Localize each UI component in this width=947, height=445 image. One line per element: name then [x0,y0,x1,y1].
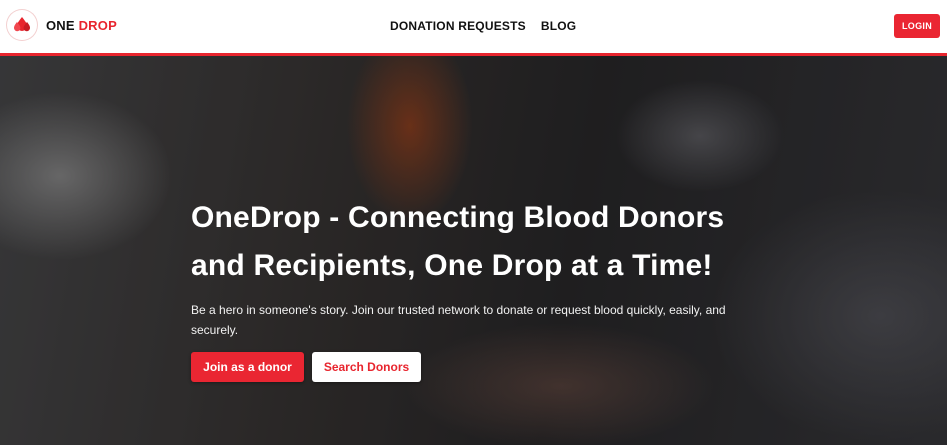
nav-blog[interactable]: BLOG [541,19,576,33]
blood-drops-icon [14,17,30,32]
brand-logo[interactable]: ONE DROP [7,10,117,40]
hero-title: OneDrop - Connecting Blood Donors and Re… [191,201,725,282]
brand-name: ONE DROP [46,18,117,33]
brand-name-part2: DROP [78,17,117,33]
brand-name-part1: ONE [46,17,75,33]
blood-drop-icon [7,10,37,40]
nav-donation-requests[interactable]: DONATION REQUESTS [390,19,526,33]
hero-section: OneDrop - Connecting Blood Donors and Re… [0,56,947,445]
hero-content: OneDrop - Connecting Blood Donors and Re… [191,194,771,382]
main-nav: DONATION REQUESTS BLOG [390,19,576,33]
cta-row: Join as a donor Search Donors [191,352,771,382]
search-donors-button[interactable]: Search Donors [312,352,421,382]
login-button[interactable]: LOGIN [894,14,940,38]
hero-subtitle: Be a hero in someone's story. Join our t… [191,303,726,337]
join-donor-button[interactable]: Join as a donor [191,352,304,382]
top-navbar: ONE DROP DONATION REQUESTS BLOG LOGIN [0,0,947,56]
